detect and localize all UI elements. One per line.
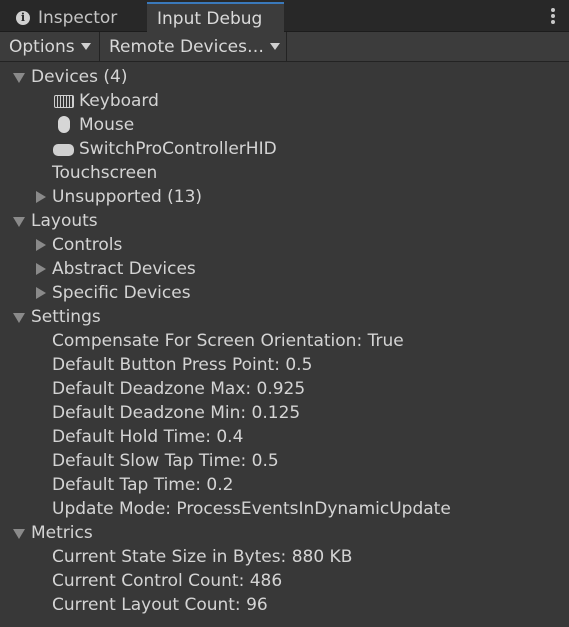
metric-label: Current Control Count: 486 (52, 571, 283, 591)
tree-item-device[interactable]: Keyboard (0, 89, 569, 113)
section-label: Settings (31, 307, 101, 327)
tree-item-setting[interactable]: Update Mode: ProcessEventsInDynamicUpdat… (0, 497, 569, 521)
tree-item-layout[interactable]: Specific Devices (0, 281, 569, 305)
setting-label: Default Deadzone Min: 0.125 (52, 403, 301, 423)
tree-item-setting[interactable]: Default Button Press Point: 0.5 (0, 353, 569, 377)
fold-open-icon[interactable] (13, 217, 25, 227)
tree-item-metric[interactable]: Current Control Count: 486 (0, 569, 569, 593)
layout-label: Specific Devices (52, 283, 191, 303)
metric-label: Current State Size in Bytes: 880 KB (52, 547, 353, 567)
metric-label: Current Layout Count: 96 (52, 595, 268, 615)
setting-label: Update Mode: ProcessEventsInDynamicUpdat… (52, 499, 451, 519)
chevron-down-icon (270, 43, 280, 50)
options-label: Options (9, 36, 75, 57)
tree-item-setting[interactable]: Compensate For Screen Orientation: True (0, 329, 569, 353)
remote-devices-label: Remote Devices… (109, 36, 264, 57)
tree-item-metric[interactable]: Current State Size in Bytes: 880 KB (0, 545, 569, 569)
section-label: Metrics (31, 523, 93, 543)
options-dropdown[interactable]: Options (0, 32, 100, 61)
tree-item-setting[interactable]: Default Slow Tap Time: 0.5 (0, 449, 569, 473)
remote-devices-dropdown[interactable]: Remote Devices… (100, 32, 287, 61)
fold-closed-icon[interactable] (36, 263, 46, 275)
layout-label: Controls (52, 235, 123, 255)
section-label: Devices (4) (31, 67, 128, 87)
setting-label: Default Deadzone Max: 0.925 (52, 379, 306, 399)
device-label: Touchscreen (52, 163, 158, 183)
tree-item-device[interactable]: SwitchProControllerHID (0, 137, 569, 161)
tab-input-debug-label: Input Debug (157, 8, 263, 29)
tree-section-metrics[interactable]: Metrics (0, 521, 569, 545)
setting-label: Default Button Press Point: 0.5 (52, 355, 313, 375)
fold-closed-icon[interactable] (36, 287, 46, 299)
tree-item-setting[interactable]: Default Hold Time: 0.4 (0, 425, 569, 449)
device-label: Mouse (79, 115, 135, 135)
fold-open-icon[interactable] (13, 529, 25, 539)
kebab-menu-icon[interactable] (551, 8, 555, 24)
tab-input-debug[interactable]: Input Debug (147, 2, 284, 33)
fold-closed-icon[interactable] (36, 191, 46, 203)
tab-bar: i Inspector Input Debug (0, 0, 569, 33)
chevron-down-icon (80, 43, 91, 50)
tab-inspector-label: Inspector (38, 7, 118, 28)
tree-section-layouts[interactable]: Layouts (0, 209, 569, 233)
tree-item-setting[interactable]: Default Tap Time: 0.2 (0, 473, 569, 497)
tree-item-unsupported[interactable]: Unsupported (13) (0, 185, 569, 209)
device-label: SwitchProControllerHID (79, 139, 277, 159)
mouse-icon (58, 116, 70, 133)
setting-label: Default Hold Time: 0.4 (52, 427, 244, 447)
tree-item-setting[interactable]: Default Deadzone Max: 0.925 (0, 377, 569, 401)
tree-item-metric[interactable]: Current Layout Count: 96 (0, 593, 569, 617)
gamepad-icon (53, 144, 74, 156)
tree-section-devices[interactable]: Devices (4) (0, 65, 569, 89)
setting-label: Compensate For Screen Orientation: True (52, 331, 404, 351)
toolbar: Options Remote Devices… (0, 32, 569, 62)
fold-open-icon[interactable] (13, 73, 25, 83)
tree-item-device[interactable]: Mouse (0, 113, 569, 137)
section-label: Layouts (31, 211, 98, 231)
tab-inspector[interactable]: i Inspector (6, 3, 144, 32)
tree-item-device[interactable]: Touchscreen (0, 161, 569, 185)
setting-label: Default Tap Time: 0.2 (52, 475, 234, 495)
layout-label: Abstract Devices (52, 259, 196, 279)
setting-label: Default Slow Tap Time: 0.5 (52, 451, 279, 471)
keyboard-icon (54, 95, 74, 108)
unsupported-label: Unsupported (13) (52, 187, 203, 207)
tree-item-layout[interactable]: Controls (0, 233, 569, 257)
tree-item-layout[interactable]: Abstract Devices (0, 257, 569, 281)
info-icon: i (16, 10, 30, 25)
device-label: Keyboard (79, 91, 159, 111)
tree-item-setting[interactable]: Default Deadzone Min: 0.125 (0, 401, 569, 425)
fold-open-icon[interactable] (13, 313, 25, 323)
tree-section-settings[interactable]: Settings (0, 305, 569, 329)
fold-closed-icon[interactable] (36, 239, 46, 251)
